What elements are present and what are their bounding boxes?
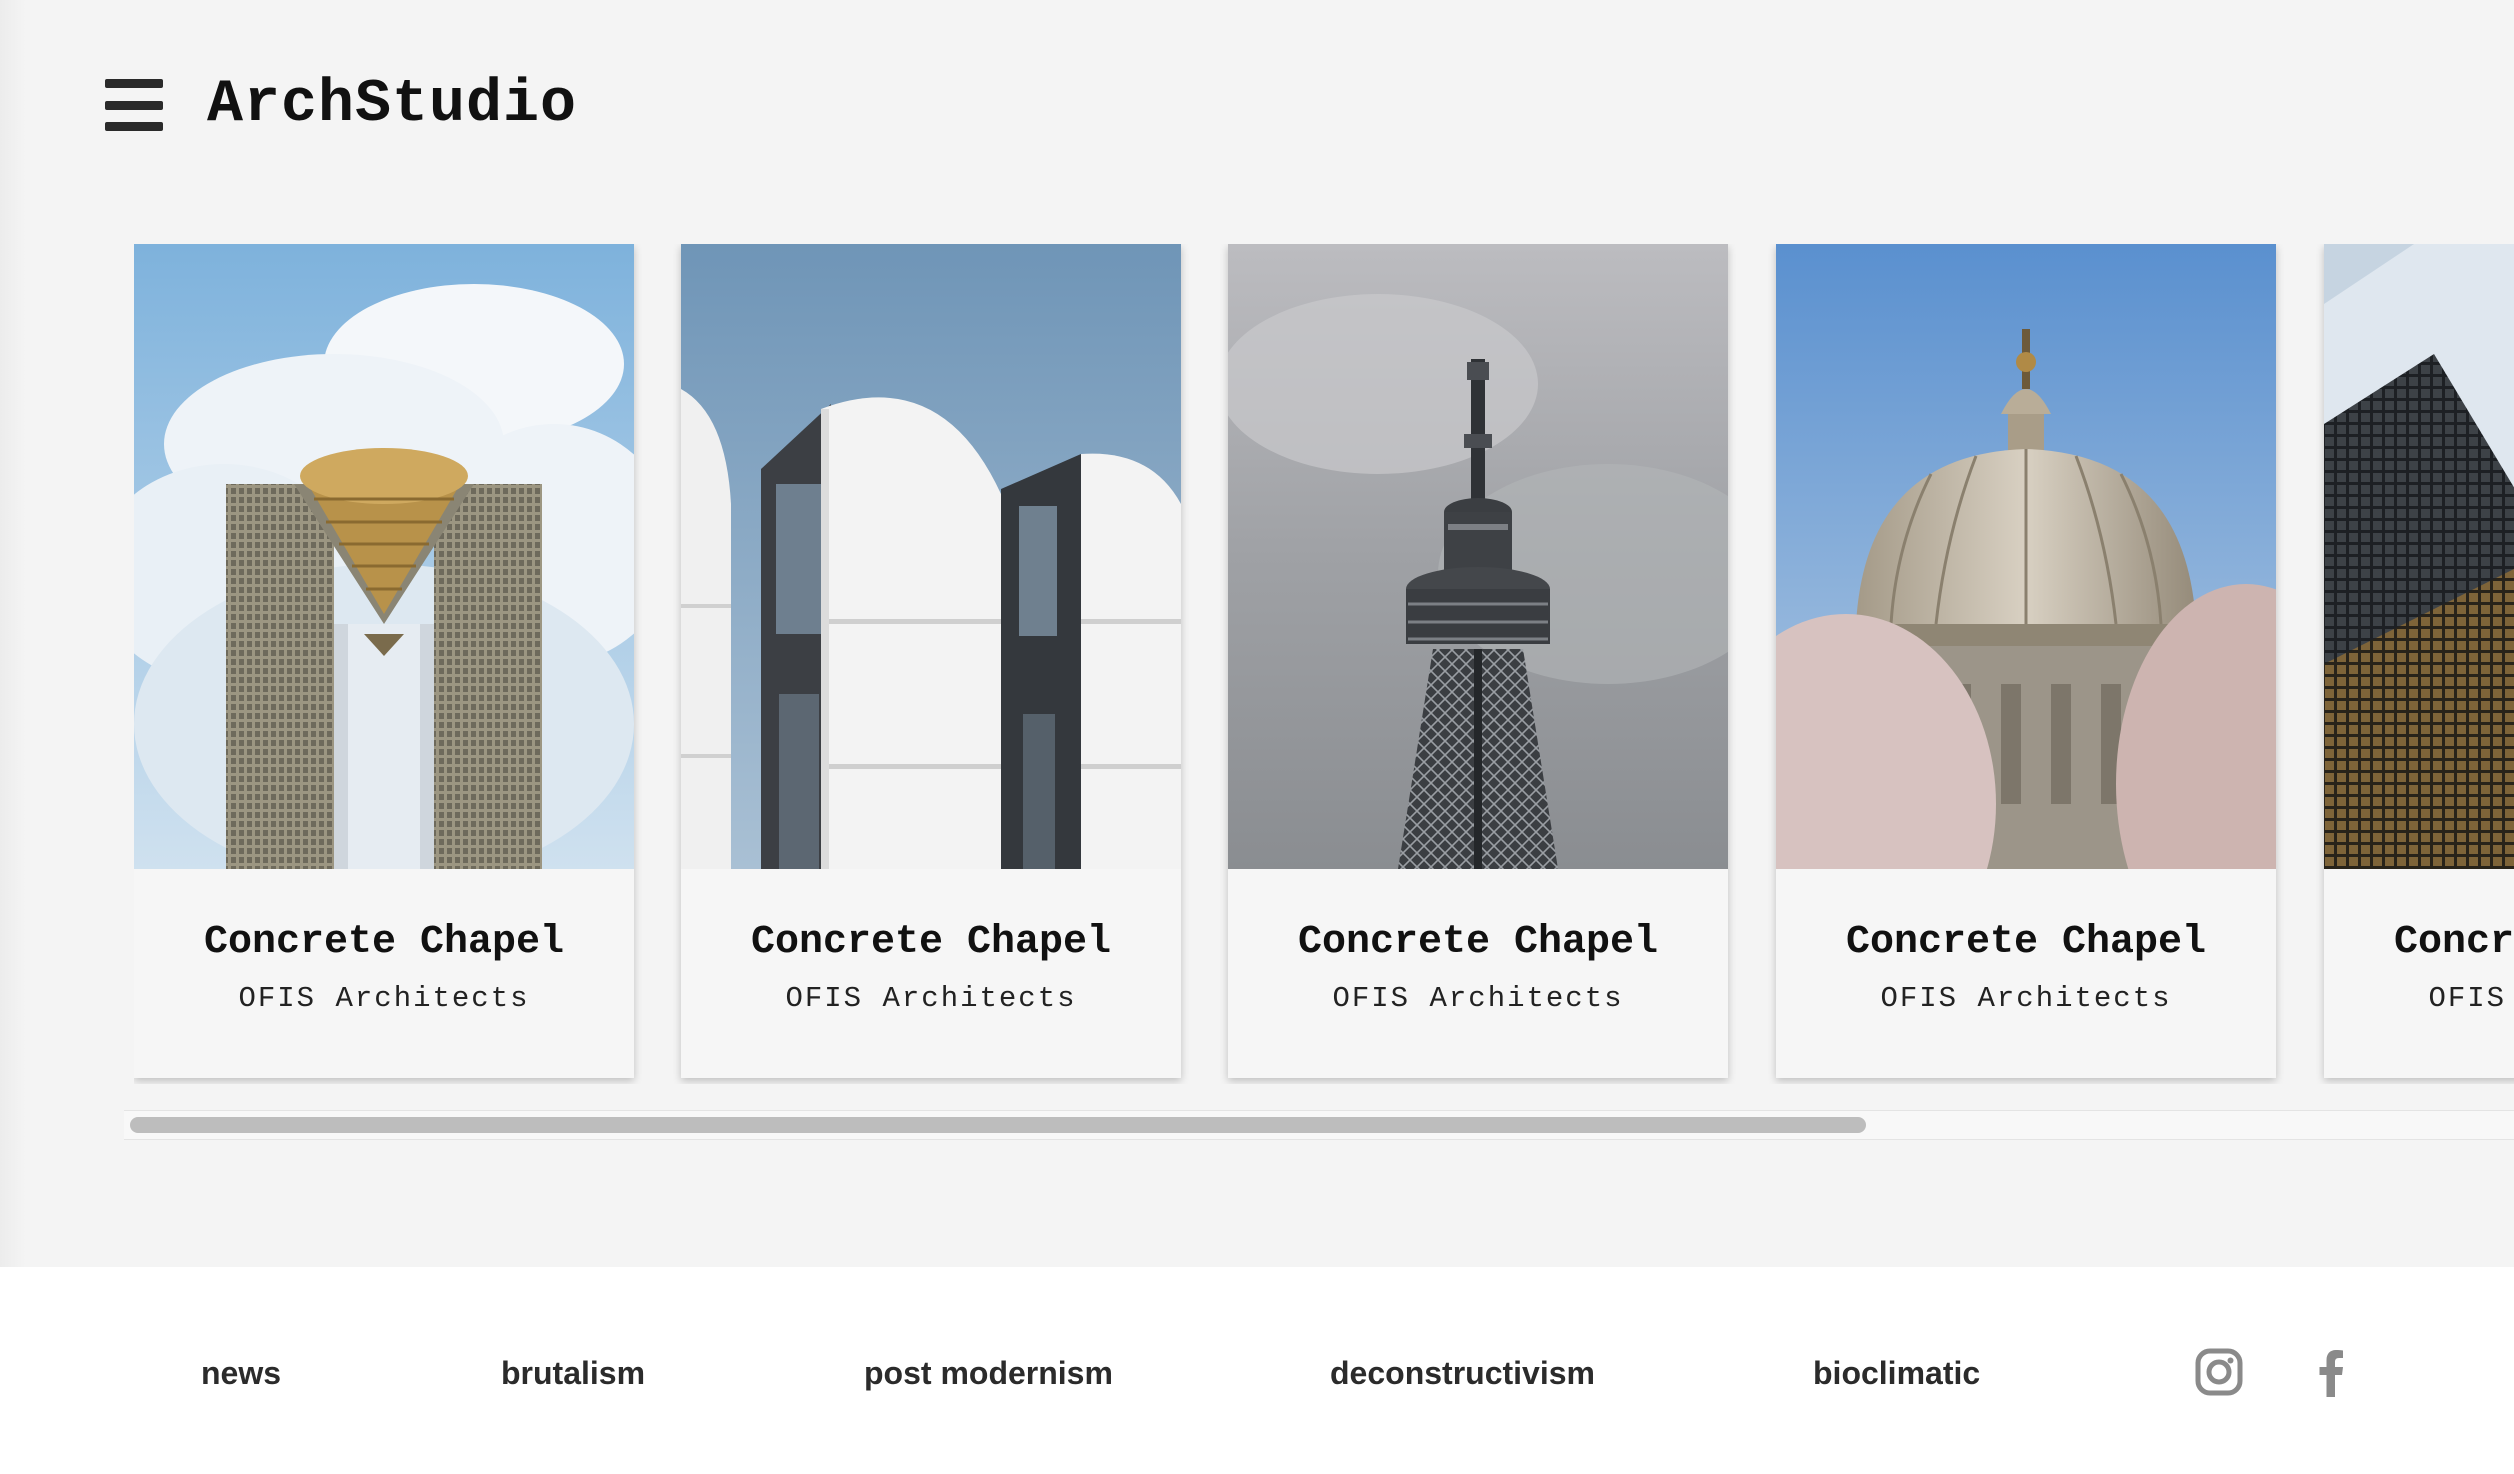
carousel-scrollbar[interactable] bbox=[124, 1110, 2514, 1140]
site-header: ArchStudio bbox=[105, 70, 577, 140]
carousel-scrollbar-thumb[interactable] bbox=[130, 1117, 1866, 1133]
ornate-dome-photo bbox=[1776, 244, 2276, 869]
card-title: Concrete Chapel bbox=[1845, 920, 2207, 965]
project-card[interactable]: Concrete Chapel OFIS Architects bbox=[134, 244, 634, 1078]
project-carousel[interactable]: Concrete Chapel OFIS Architects Concrete… bbox=[134, 244, 2514, 1084]
white-arched-modernist-building-photo bbox=[681, 244, 1181, 869]
project-card[interactable]: Concrete Chapel OFIS Architects bbox=[1228, 244, 1728, 1078]
project-card[interactable]: Concrete Chapel OFIS Architects bbox=[2324, 244, 2514, 1078]
glass-skyscrapers-photo bbox=[2324, 244, 2514, 869]
footer-link-post-modernism[interactable]: post modernism bbox=[864, 1355, 1113, 1392]
site-footer: news brutalism post modernism deconstruc… bbox=[0, 1267, 2514, 1474]
card-architect: OFIS Architects bbox=[1332, 982, 1624, 1015]
footer-link-deconstructivism[interactable]: deconstructivism bbox=[1330, 1355, 1595, 1392]
card-architect: OFIS Architects bbox=[2428, 982, 2514, 1015]
project-card[interactable]: Concrete Chapel OFIS Architects bbox=[1776, 244, 2276, 1078]
menu-bar-bottom bbox=[105, 122, 163, 131]
m-shaped-skyscraper-photo bbox=[134, 244, 634, 869]
card-title: Concrete Chapel bbox=[203, 920, 565, 965]
card-architect: OFIS Architects bbox=[238, 982, 530, 1015]
footer-link-news[interactable]: news bbox=[201, 1355, 281, 1392]
card-title: Concrete Chapel bbox=[1297, 920, 1659, 965]
page-left-edge bbox=[0, 0, 26, 1474]
project-card[interactable]: Concrete Chapel OFIS Architects bbox=[681, 244, 1181, 1078]
facebook-icon[interactable] bbox=[2306, 1347, 2356, 1397]
instagram-icon[interactable] bbox=[2194, 1347, 2244, 1397]
footer-link-bioclimatic[interactable]: bioclimatic bbox=[1813, 1355, 1980, 1392]
footer-link-brutalism[interactable]: brutalism bbox=[501, 1355, 645, 1392]
menu-bar-top bbox=[105, 79, 163, 88]
card-architect: OFIS Architects bbox=[1880, 982, 2172, 1015]
card-title: Concrete Chapel bbox=[2393, 920, 2514, 965]
menu-bar-middle bbox=[105, 100, 163, 110]
site-logo-text[interactable]: ArchStudio bbox=[207, 71, 577, 139]
card-title: Concrete Chapel bbox=[750, 920, 1112, 965]
card-architect: OFIS Architects bbox=[785, 982, 1077, 1015]
lattice-tv-tower-photo bbox=[1228, 244, 1728, 869]
hamburger-menu-icon[interactable] bbox=[105, 79, 163, 131]
